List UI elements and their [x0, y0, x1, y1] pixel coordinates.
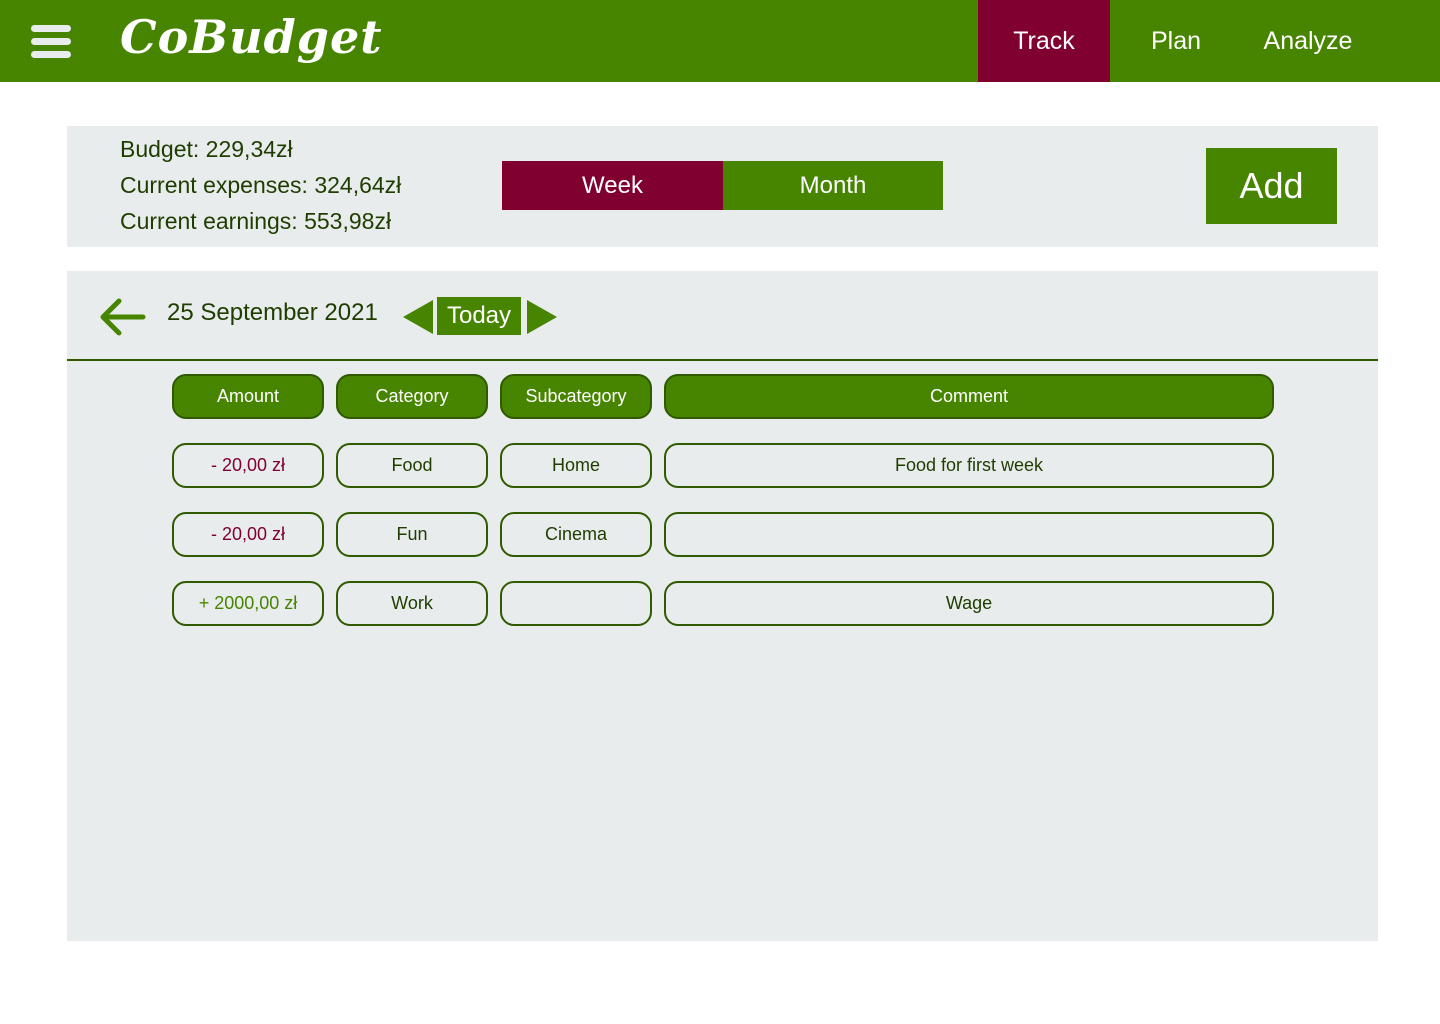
row-comment-cell[interactable] — [664, 512, 1274, 557]
row-category-cell[interactable]: Fun — [336, 512, 488, 557]
menu-line — [31, 38, 71, 45]
menu-line — [31, 51, 71, 58]
budget-value: Budget: 229,34zł — [120, 136, 293, 162]
hamburger-menu-icon[interactable] — [31, 25, 71, 59]
row-category-cell[interactable]: Food — [336, 443, 488, 488]
nav-tab-plan[interactable]: Plan — [1110, 0, 1242, 82]
menu-line — [31, 25, 71, 32]
column-header-category: Category — [336, 374, 488, 419]
today-button[interactable]: Today — [437, 297, 521, 335]
current-date: 25 September 2021 — [167, 299, 378, 326]
row-amount-cell[interactable]: + 2000,00 zł — [172, 581, 324, 626]
row-comment-cell[interactable]: Wage — [664, 581, 1274, 626]
row-amount-cell[interactable]: - 20,00 zł — [172, 512, 324, 557]
top-bar: CoBudget Track Plan Analyze — [0, 0, 1440, 82]
row-subcategory-cell[interactable]: Cinema — [500, 512, 652, 557]
nav-tab-analyze[interactable]: Analyze — [1242, 0, 1374, 82]
app-logo: CoBudget — [120, 10, 383, 64]
column-header-amount: Amount — [172, 374, 324, 419]
divider-line — [67, 359, 1378, 361]
add-entry-button[interactable]: Add — [1206, 148, 1337, 224]
triangle-left-icon[interactable] — [403, 300, 433, 334]
row-category-cell[interactable]: Work — [336, 581, 488, 626]
column-header-subcategory: Subcategory — [500, 374, 652, 419]
current-earnings-value: Current earnings: 553,98zł — [120, 208, 392, 234]
row-comment-cell[interactable]: Food for first week — [664, 443, 1274, 488]
period-week-button[interactable]: Week — [502, 161, 723, 210]
period-month-button[interactable]: Month — [723, 161, 943, 210]
row-subcategory-cell[interactable]: Home — [500, 443, 652, 488]
day-entries-panel: 25 September 2021 Today Amount Category … — [67, 271, 1378, 941]
triangle-right-icon[interactable] — [527, 300, 557, 334]
current-expenses-value: Current expenses: 324,64zł — [120, 172, 402, 198]
column-header-comment: Comment — [664, 374, 1274, 419]
budget-summary-panel: Budget: 229,34zł Current expenses: 324,6… — [67, 126, 1378, 247]
row-amount-cell[interactable]: - 20,00 zł — [172, 443, 324, 488]
row-subcategory-cell[interactable] — [500, 581, 652, 626]
nav-tab-track[interactable]: Track — [978, 0, 1110, 82]
arrow-left-icon[interactable] — [97, 297, 147, 337]
